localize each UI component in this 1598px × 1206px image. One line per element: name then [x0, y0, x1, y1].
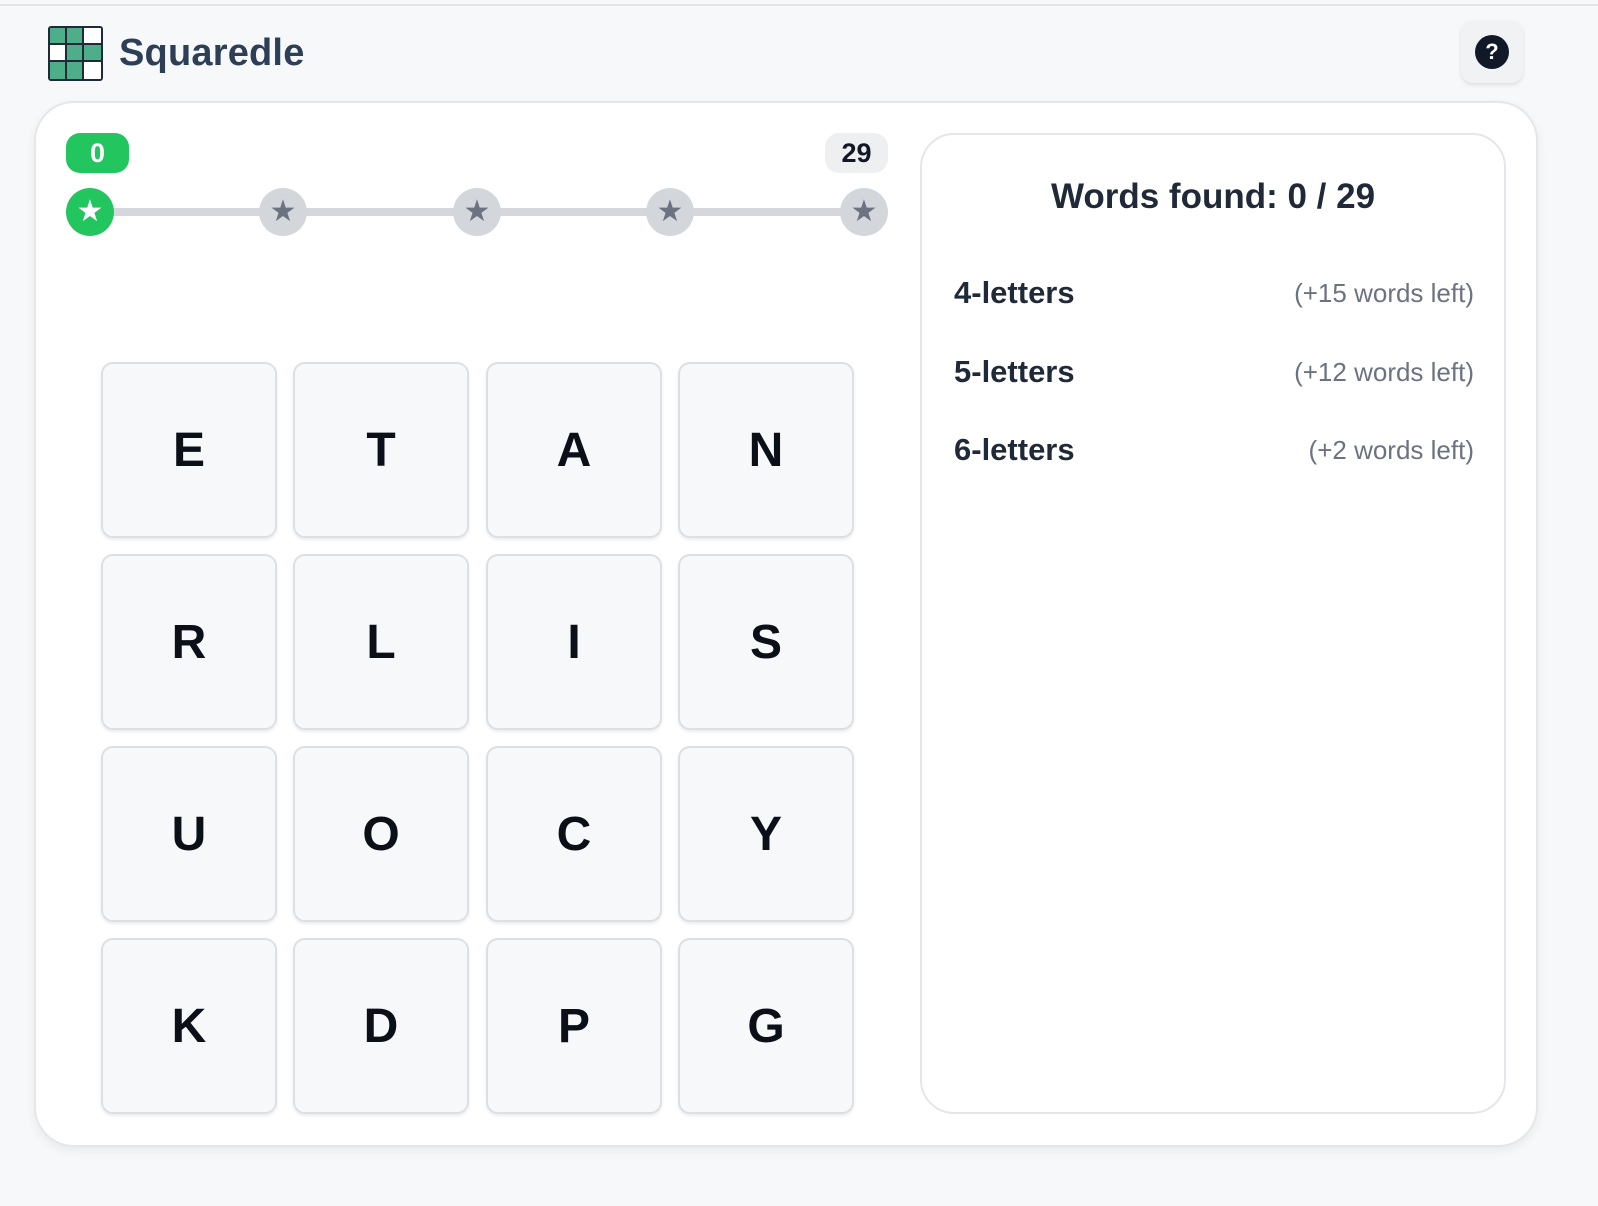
app-header: Squaredle: [48, 25, 305, 81]
app-title: Squaredle: [119, 31, 305, 74]
letter-tile[interactable]: P: [486, 938, 662, 1114]
words-left-count: (+12 words left): [1294, 356, 1474, 387]
milestone-5-star-icon: ★: [840, 188, 888, 236]
words-left-count: (+2 words left): [1308, 434, 1474, 465]
words-found-count: Words found: 0 / 29: [1050, 177, 1376, 216]
milestone-3-star-icon: ★: [453, 188, 501, 236]
letter-tile[interactable]: I: [486, 554, 662, 730]
length-label: 6-letters: [954, 432, 1075, 467]
length-label: 4-letters: [954, 275, 1075, 310]
letter-tile[interactable]: G: [678, 938, 854, 1114]
score-found-badge: 0: [66, 133, 129, 173]
help-button[interactable]: ?: [1461, 21, 1523, 83]
letter-tile[interactable]: O: [293, 746, 469, 922]
letter-tile[interactable]: N: [678, 362, 854, 538]
milestone-2-star-icon: ★: [259, 188, 307, 236]
grid-logo-icon: [48, 25, 103, 81]
letter-tile[interactable]: S: [678, 554, 854, 730]
length-label: 5-letters: [954, 354, 1075, 389]
milestone-4-star-icon: ★: [646, 188, 694, 236]
milestone-1-star-icon: ★: [66, 188, 114, 236]
letter-tile[interactable]: Y: [678, 746, 854, 922]
top-divider: [0, 4, 1598, 6]
letter-tile[interactable]: U: [101, 746, 277, 922]
length-row-5[interactable]: 5-letters (+12 words left): [954, 352, 1474, 392]
length-row-6[interactable]: 6-letters (+2 words left): [954, 430, 1474, 470]
letter-tile[interactable]: L: [293, 554, 469, 730]
length-row-4[interactable]: 4-letters (+15 words left): [954, 273, 1474, 313]
letter-tile[interactable]: K: [101, 938, 277, 1114]
letter-tile[interactable]: D: [293, 938, 469, 1114]
words-panel: Words found: 0 / 29 4-letters (+15 words…: [920, 133, 1506, 1114]
letter-tile[interactable]: A: [486, 362, 662, 538]
question-circle-icon: ?: [1475, 35, 1509, 69]
letter-tile[interactable]: R: [101, 554, 277, 730]
words-left-count: (+15 words left): [1294, 277, 1474, 308]
letter-tile[interactable]: T: [293, 362, 469, 538]
letter-tile[interactable]: E: [101, 362, 277, 538]
score-total-badge: 29: [825, 133, 888, 173]
letter-tile[interactable]: C: [486, 746, 662, 922]
